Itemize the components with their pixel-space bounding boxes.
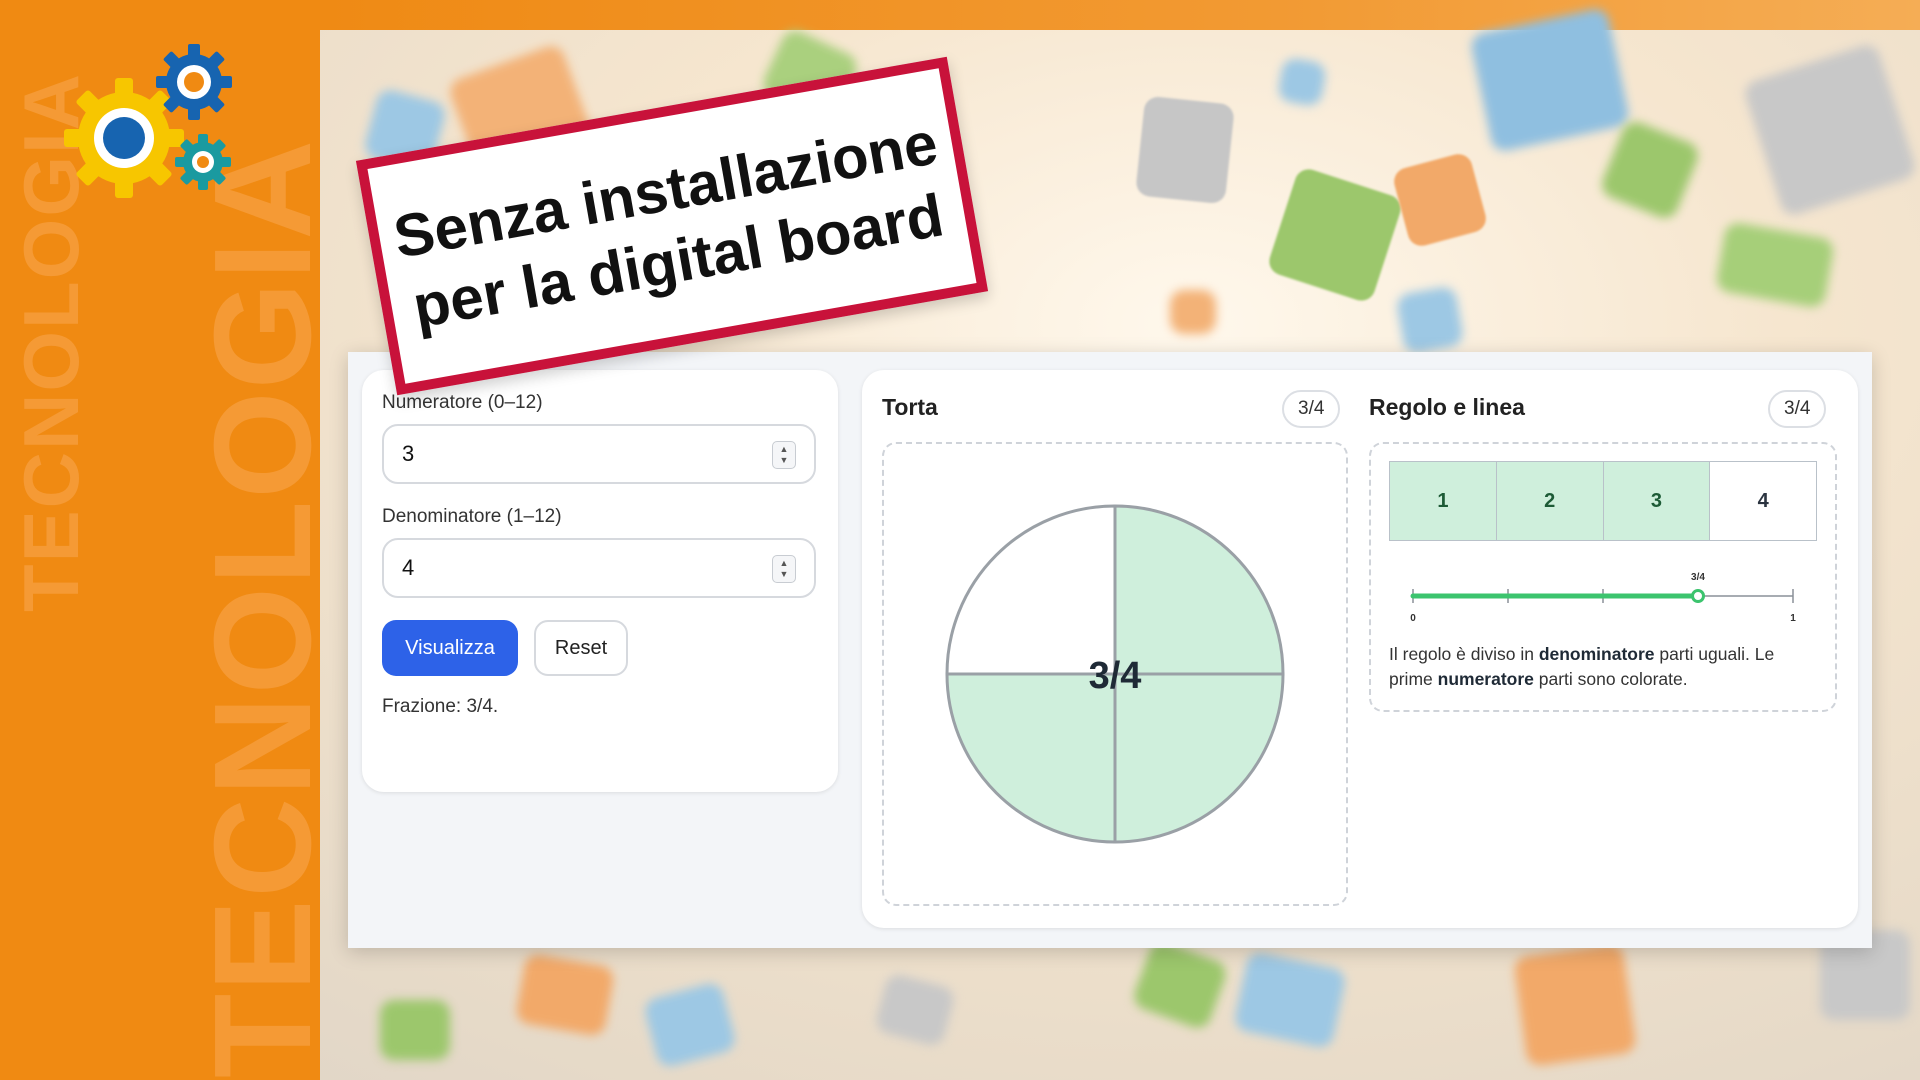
ruler-fraction-badge: 3/4	[1768, 390, 1827, 428]
number-line: 3/4 0 1	[1410, 572, 1796, 624]
fraction-app: Numeratore (0–12) 3 ▲ ▼ Denominatore (1–…	[348, 352, 1872, 948]
ruler-area: 1234 3/4 0 1 Il regolo è diviso in denomin…	[1369, 442, 1837, 712]
pie-slice	[1113, 504, 1285, 676]
top-accent-strip	[320, 0, 1920, 30]
ruler-title: Regolo e linea	[1369, 394, 1525, 420]
numerator-stepper[interactable]: ▲ ▼	[772, 441, 796, 469]
ruler-desc-bold1: denominatore	[1538, 644, 1655, 664]
pie-slice	[945, 672, 1117, 844]
denominator-input[interactable]: 4 ▲ ▼	[382, 538, 816, 598]
chevron-down-icon[interactable]: ▼	[780, 569, 789, 580]
ruler-desc-part1: Il regolo è diviso in	[1389, 644, 1539, 664]
denominator-label: Denominatore (1–12)	[382, 506, 562, 527]
visualization-card: Torta 3/4 3/4 Regolo e linea 3/4 1234 3/…	[862, 370, 1858, 928]
number-line-end-label: 1	[1790, 613, 1796, 624]
chevron-down-icon[interactable]: ▼	[780, 455, 789, 466]
numerator-input[interactable]: 3 ▲ ▼	[382, 424, 816, 484]
pie-chart: 3/4	[945, 504, 1285, 844]
fraction-status-text: Frazione: 3/4.	[382, 696, 499, 717]
fraction-bar-segment: 3	[1603, 462, 1711, 540]
fraction-input-card: Numeratore (0–12) 3 ▲ ▼ Denominatore (1–…	[362, 370, 838, 792]
action-buttons: Visualizza Reset	[382, 620, 818, 676]
number-line-start-label: 0	[1410, 613, 1416, 624]
fraction-bar-segment: 2	[1496, 462, 1604, 540]
reset-button[interactable]: Reset	[534, 620, 628, 676]
fraction-bar-segment: 1	[1390, 462, 1497, 540]
pie-title: Torta	[882, 394, 938, 420]
ruler-desc-part3: parti sono colorate.	[1533, 669, 1688, 689]
pie-center-label: 3/4	[1089, 655, 1142, 697]
gears-logo-icon	[64, 44, 232, 198]
denominator-value: 4	[402, 555, 415, 580]
number-line-marker-label: 3/4	[1691, 572, 1705, 583]
ruler-desc-bold2: numeratore	[1437, 669, 1534, 689]
pie-slice	[1113, 672, 1285, 844]
visualize-button[interactable]: Visualizza	[382, 620, 518, 676]
numerator-value: 3	[402, 441, 415, 466]
fraction-bar: 1234	[1389, 461, 1817, 541]
pie-chart-area: 3/4	[882, 442, 1348, 906]
pie-slice	[945, 504, 1117, 676]
fraction-bar-segment: 4	[1710, 462, 1816, 540]
brand-word-large: TECNOLOGIA	[186, 138, 320, 1078]
ruler-description: Il regolo è diviso in denominatore parti…	[1389, 642, 1819, 692]
numerator-label: Numeratore (0–12)	[382, 392, 543, 413]
denominator-stepper[interactable]: ▲ ▼	[772, 555, 796, 583]
number-line-marker	[1691, 589, 1705, 603]
brand-sidebar: TECNOLOGIA TECNOLOGIA	[0, 0, 320, 1080]
chevron-up-icon[interactable]: ▲	[780, 558, 789, 569]
pie-fraction-badge: 3/4	[1282, 390, 1341, 428]
promo-banner: Senza installazione per la digital board	[355, 56, 989, 396]
chevron-up-icon[interactable]: ▲	[780, 444, 789, 455]
